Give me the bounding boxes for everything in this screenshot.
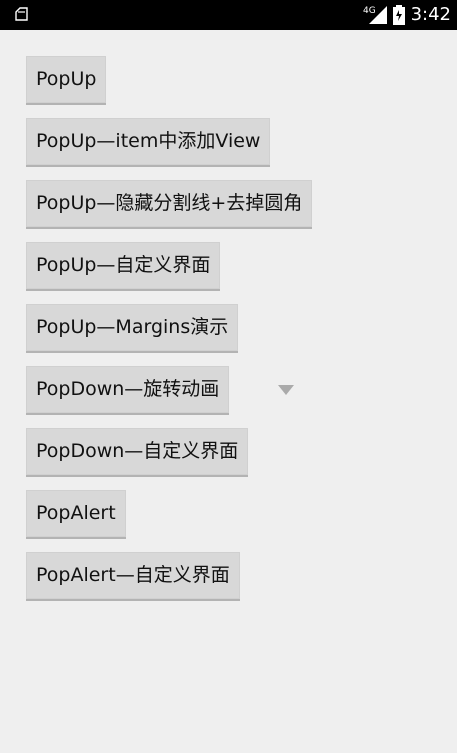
network-type-label: 4G	[363, 6, 376, 16]
signal-icon: 4G	[363, 6, 387, 24]
popup-hide-divider-button[interactable]: PopUp—隐藏分割线+去掉圆角	[26, 180, 313, 227]
popalert-button[interactable]: PopAlert	[26, 490, 126, 537]
popup-item-view-button[interactable]: PopUp—item中添加View	[26, 118, 271, 165]
popdown-rotate-button[interactable]: PopDown—旋转动画	[26, 366, 230, 413]
dropdown-arrow-icon[interactable]	[278, 385, 294, 395]
popup-custom-ui-button[interactable]: PopUp—自定义界面	[26, 242, 221, 289]
status-bar: 4G 3:42	[0, 0, 457, 30]
popup-margins-button[interactable]: PopUp—Margins演示	[26, 304, 239, 351]
popup-button[interactable]: PopUp	[26, 56, 107, 103]
popalert-custom-ui-button[interactable]: PopAlert—自定义界面	[26, 552, 240, 599]
battery-icon	[392, 5, 405, 25]
main-content: PopUp PopUp—item中添加View PopUp—隐藏分割线+去掉圆角…	[0, 30, 457, 753]
popdown-custom-ui-button[interactable]: PopDown—自定义界面	[26, 428, 249, 475]
clock: 3:42	[410, 4, 451, 25]
notification-icon	[15, 7, 28, 21]
